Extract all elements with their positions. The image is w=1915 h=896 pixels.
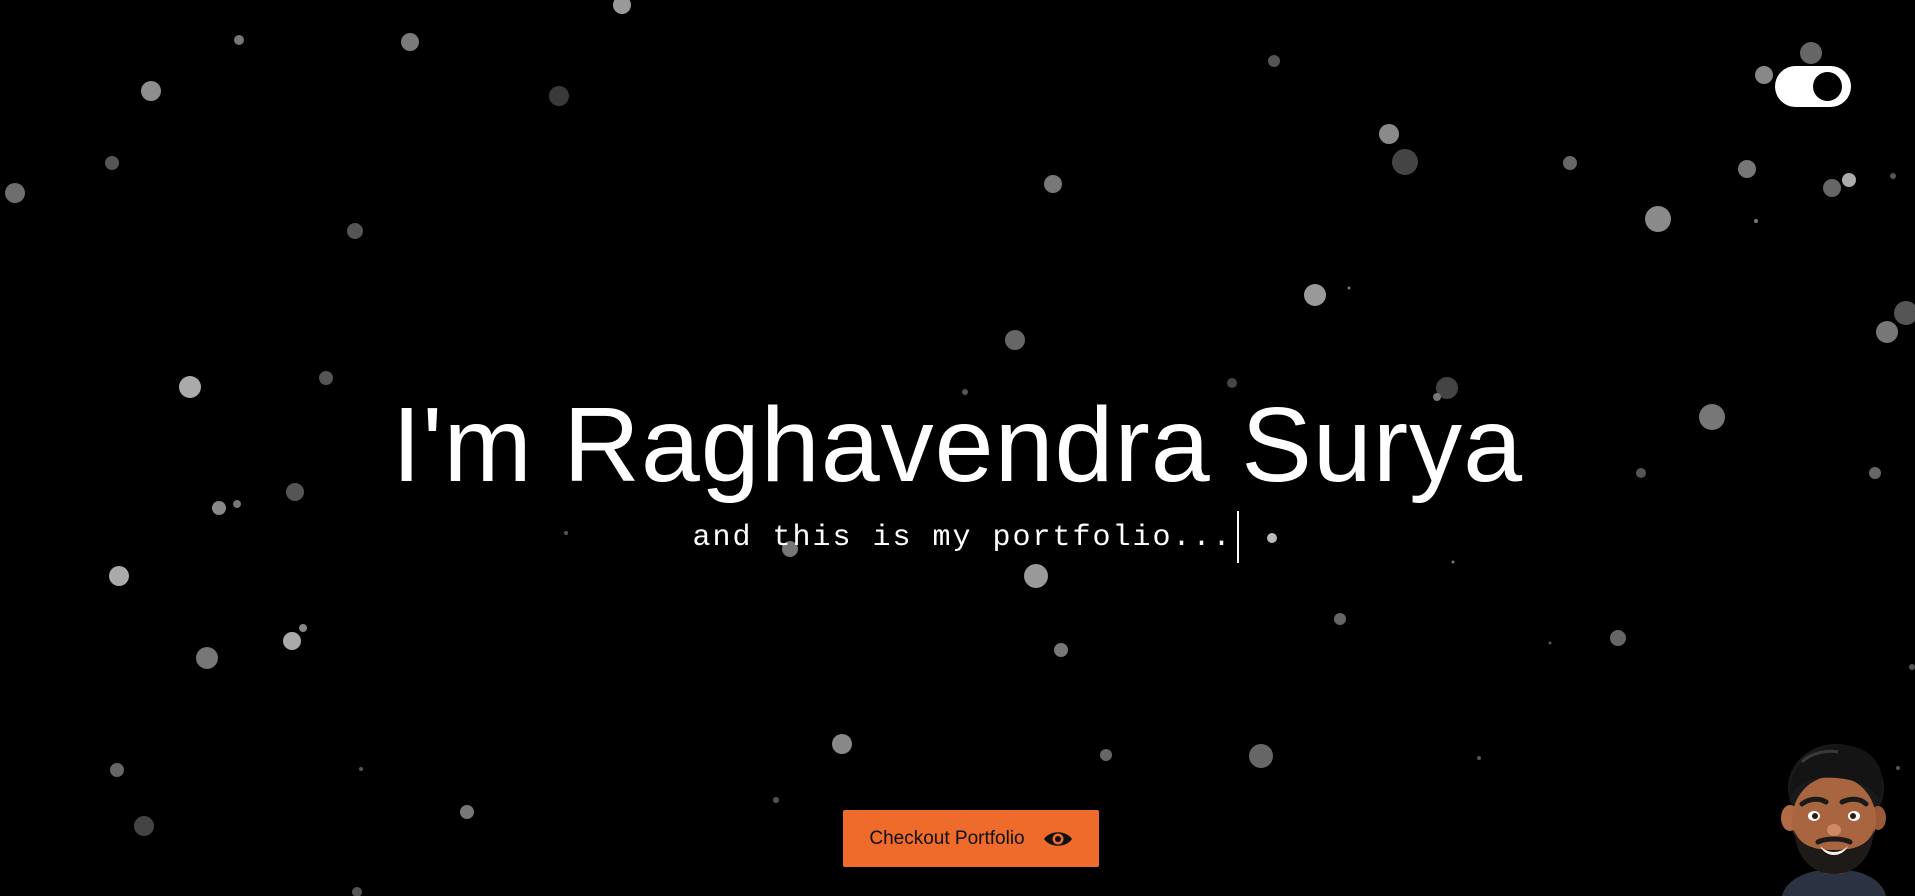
memoji-avatar xyxy=(1772,738,1892,896)
checkout-portfolio-button[interactable]: Checkout Portfolio xyxy=(843,810,1099,867)
hero: I'm Raghavendra Surya and this is my por… xyxy=(0,385,1915,564)
theme-toggle[interactable] xyxy=(1775,66,1851,107)
checkout-portfolio-label: Checkout Portfolio xyxy=(869,827,1025,849)
hero-subtitle-text: and this is my portfolio... xyxy=(692,520,1233,555)
toggle-knob xyxy=(1813,72,1842,101)
hero-subtitle: and this is my portfolio... xyxy=(692,511,1239,564)
eye-icon xyxy=(1043,829,1073,849)
hero-title: I'm Raghavendra Surya xyxy=(391,386,1524,504)
typing-cursor xyxy=(1236,511,1239,563)
